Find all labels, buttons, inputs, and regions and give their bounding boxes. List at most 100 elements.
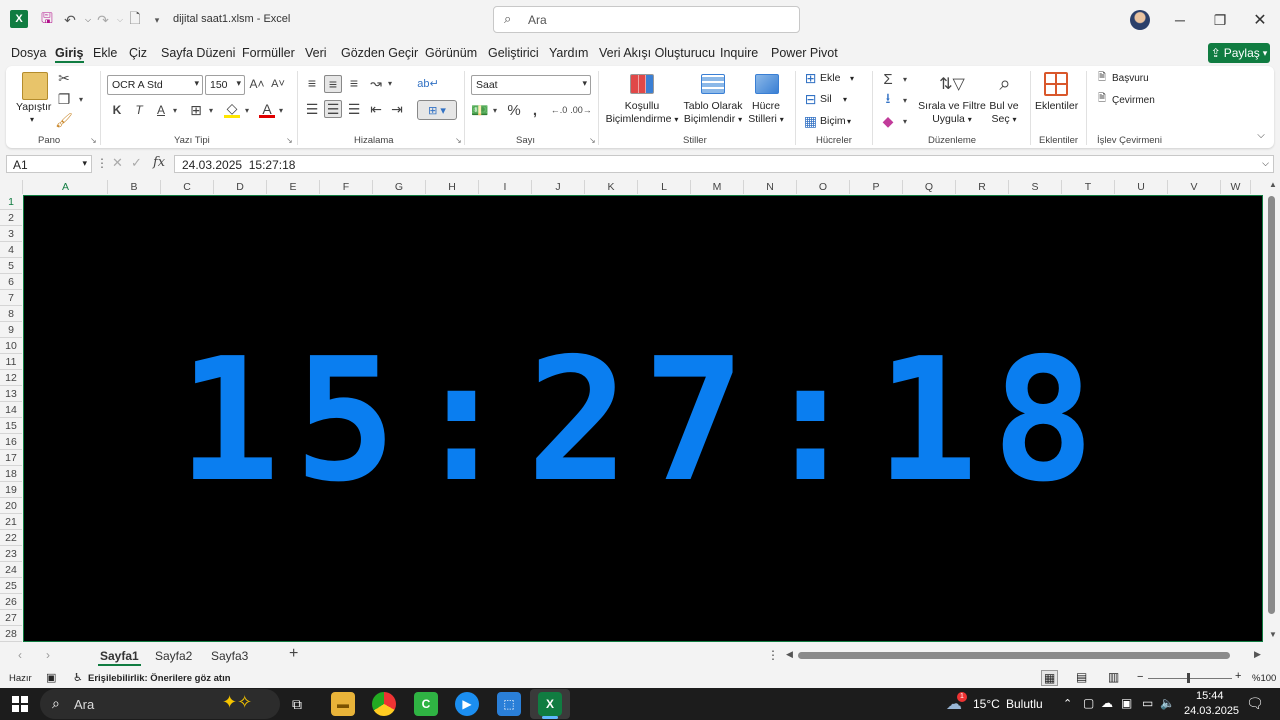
zoom-slider-thumb[interactable] (1187, 673, 1190, 683)
volume-icon[interactable]: 🔈 (1160, 696, 1175, 710)
scroll-up-icon[interactable]: ▲ (1269, 180, 1277, 189)
cloud-sync-icon[interactable]: ☁ (1101, 696, 1113, 710)
camtasia-icon[interactable]: C (414, 692, 438, 716)
tab-page-layout[interactable]: Sayfa Düzeni (161, 46, 235, 60)
format-painter-icon[interactable]: 🖌 (55, 112, 73, 128)
column-header-q[interactable]: Q (903, 180, 956, 194)
autosum-dropdown-icon[interactable]: ▾ (900, 71, 910, 87)
delete-cells-icon[interactable]: ⊟ (803, 91, 818, 107)
orientation-icon[interactable]: ↝ (368, 75, 384, 91)
clear-icon[interactable]: ◆ (880, 113, 896, 129)
row-header-3[interactable]: 3 (0, 226, 22, 242)
zoom-in-icon[interactable]: + (1235, 670, 1241, 682)
tab-inquire[interactable]: Inquire (720, 46, 758, 60)
horizontal-scroll-thumb[interactable] (798, 652, 1230, 659)
next-sheet-icon[interactable]: › (46, 648, 50, 662)
borders-icon[interactable]: ⊞ (188, 102, 204, 118)
select-all-button[interactable] (0, 180, 23, 194)
italic-button[interactable]: T (132, 102, 146, 118)
page-break-view-icon[interactable]: ▥ (1108, 670, 1119, 684)
column-header-d[interactable]: D (214, 180, 267, 194)
accessibility-status[interactable]: Erişilebilirlik: Önerilere göz atın (88, 673, 231, 684)
column-header-w[interactable]: W (1221, 180, 1251, 194)
worksheet-cells[interactable]: 15:27:18 (23, 195, 1263, 642)
tab-power-pivot[interactable]: Power Pivot (771, 46, 838, 60)
expand-formula-icon[interactable]: ⌵ (1262, 158, 1269, 169)
align-top-icon[interactable]: ≡ (304, 75, 320, 91)
network-icon[interactable]: ▭ (1142, 696, 1153, 710)
close-button[interactable]: ✕ (1248, 9, 1272, 31)
column-header-m[interactable]: M (691, 180, 744, 194)
format-cells-icon[interactable]: ▦ (803, 113, 818, 129)
zoom-slider[interactable] (1148, 678, 1232, 679)
meet-icon[interactable]: ▢ (1083, 696, 1094, 710)
column-header-f[interactable]: F (320, 180, 373, 194)
paste-dropdown-icon[interactable]: ▾ (30, 113, 34, 126)
tab-home[interactable]: Giriş (55, 46, 84, 63)
row-header-14[interactable]: 14 (0, 402, 22, 418)
fill-dropdown-icon[interactable]: ▾ (900, 92, 910, 108)
row-header-19[interactable]: 19 (0, 482, 22, 498)
decrease-font-icon[interactable]: A˅ (270, 76, 286, 92)
align-bottom-icon[interactable]: ≡ (346, 75, 362, 91)
antivirus-icon[interactable]: ▣ (1121, 696, 1132, 710)
row-header-27[interactable]: 27 (0, 610, 22, 626)
cell-styles-icon[interactable] (755, 74, 779, 94)
scroll-left-icon[interactable]: ◀ (786, 649, 793, 660)
row-header-17[interactable]: 17 (0, 450, 22, 466)
new-file-icon[interactable]: 🗋 (125, 10, 145, 30)
row-header-24[interactable]: 24 (0, 562, 22, 578)
search-box[interactable]: ⌕ Ara (493, 6, 800, 33)
number-launcher-icon[interactable]: ↘ (589, 136, 596, 145)
file-explorer-icon[interactable]: ▬ (331, 692, 355, 716)
restore-button[interactable]: ❐ (1208, 9, 1232, 31)
insert-dropdown-icon[interactable]: ▾ (850, 72, 854, 85)
scroll-down-icon[interactable]: ▼ (1269, 630, 1277, 639)
column-header-i[interactable]: I (479, 180, 532, 194)
translator-button[interactable]: Çevirmen (1112, 94, 1155, 107)
row-header-2[interactable]: 2 (0, 210, 22, 226)
insert-cells-icon[interactable]: ⊞ (803, 70, 818, 86)
taskbar-search[interactable]: ⌕ Ara ✦✧ (40, 689, 280, 719)
format-as-table-button[interactable]: Tablo Olarak Biçimlendir ▾ (682, 100, 744, 126)
task-view-icon[interactable]: ⧉ (292, 696, 302, 713)
fill-color-dropdown-icon[interactable]: ▾ (242, 102, 252, 118)
row-header-8[interactable]: 8 (0, 306, 22, 322)
tab-options-icon[interactable]: ⋮ (767, 648, 779, 662)
tab-developer[interactable]: Geliştirici (488, 46, 539, 60)
excel-taskbar-icon[interactable]: X (538, 692, 562, 716)
decrease-indent-icon[interactable]: ⇤ (368, 101, 384, 117)
macro-record-icon[interactable]: ▣ (46, 671, 56, 684)
sheet-tab-sayfa2[interactable]: Sayfa2 (155, 649, 192, 663)
font-name-select[interactable]: OCR A Std ▾ (107, 75, 203, 95)
collapse-ribbon-icon[interactable]: ⌵ (1254, 128, 1268, 142)
notifications-icon[interactable]: 🗨 (1246, 695, 1264, 712)
column-header-v[interactable]: V (1168, 180, 1221, 194)
row-header-9[interactable]: 9 (0, 322, 22, 338)
name-box[interactable]: A1 ▾ (6, 155, 92, 173)
zoom-level[interactable]: %100 (1252, 673, 1276, 684)
row-header-13[interactable]: 13 (0, 386, 22, 402)
fill-color-icon[interactable]: ◇ (224, 100, 240, 118)
wrap-text-icon[interactable]: ab↵ (417, 75, 438, 91)
windows-start-icon[interactable] (12, 696, 28, 712)
align-left-icon[interactable]: ☰ (304, 101, 320, 117)
weather-temperature[interactable]: 15°C (973, 697, 1000, 711)
row-header-20[interactable]: 20 (0, 498, 22, 514)
row-header-28[interactable]: 28 (0, 626, 22, 642)
page-layout-view-icon[interactable]: ▤ (1076, 670, 1087, 684)
vertical-scroll-thumb[interactable] (1268, 196, 1275, 614)
row-header-5[interactable]: 5 (0, 258, 22, 274)
accounting-format-icon[interactable]: 💵 (471, 102, 488, 118)
delete-dropdown-icon[interactable]: ▾ (843, 93, 847, 106)
comma-style-icon[interactable]: , (528, 102, 542, 119)
row-header-25[interactable]: 25 (0, 578, 22, 594)
column-header-n[interactable]: N (744, 180, 797, 194)
scroll-right-icon[interactable]: ▶ (1254, 649, 1261, 660)
tab-help[interactable]: Yardım (549, 46, 588, 60)
more-options-icon[interactable]: ⋮ (96, 156, 108, 170)
column-header-h[interactable]: H (426, 180, 479, 194)
tab-data[interactable]: Veri (305, 46, 327, 60)
tab-dataflow-builder[interactable]: Veri Akışı Oluşturucu (599, 46, 715, 60)
row-header-6[interactable]: 6 (0, 274, 22, 290)
